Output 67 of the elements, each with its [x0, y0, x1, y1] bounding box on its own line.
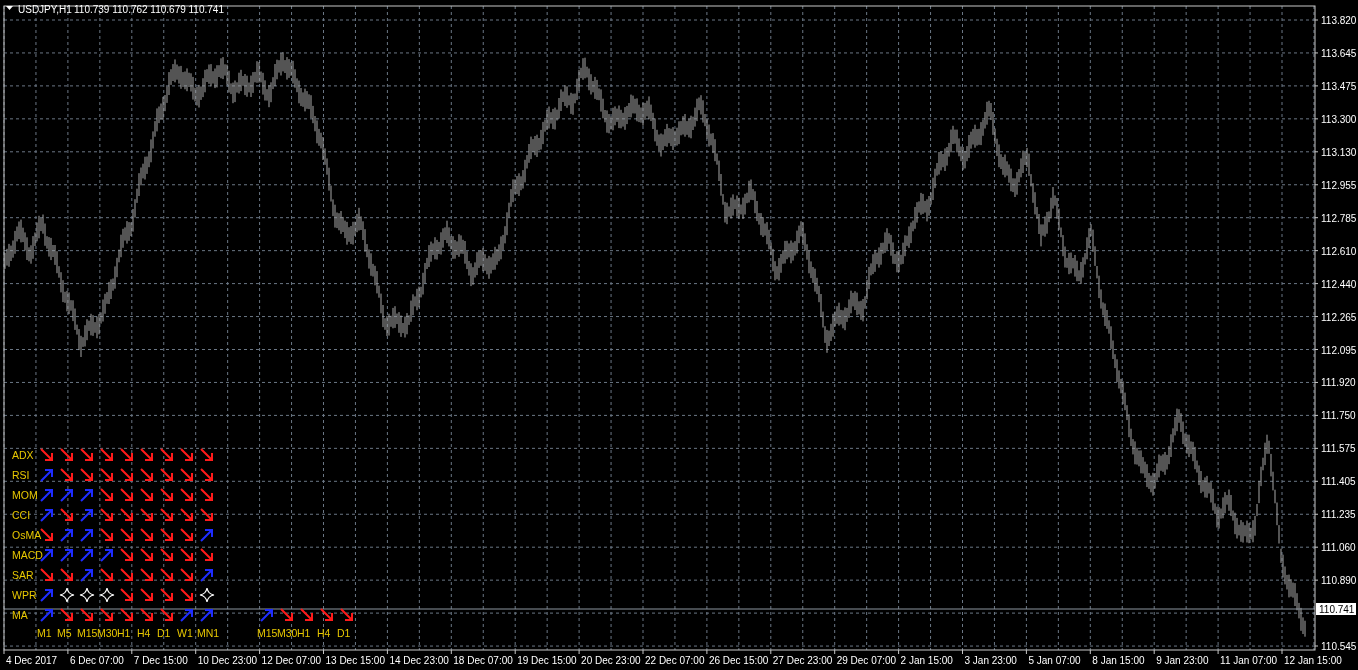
timeframe-label: W1 [177, 627, 193, 639]
dropdown-icon[interactable] [6, 6, 13, 10]
price-axis-label: 112.610 [1321, 245, 1357, 257]
timeframe-label: D1 [337, 627, 351, 639]
time-axis-label: 9 Jan 23:00 [1156, 655, 1209, 666]
timeframe-label: M30 [277, 627, 298, 639]
price-axis-label: 111.750 [1321, 410, 1356, 422]
time-axis-label: 20 Dec 23:00 [581, 655, 641, 666]
timeframe-label: M5 [57, 627, 72, 639]
current-price-tag: 110.741 [1316, 603, 1356, 615]
price-axis-label: 113.820 [1321, 15, 1357, 26]
price-axis-label: 113.300 [1321, 113, 1357, 125]
time-axis-label: 19 Dec 15:00 [517, 655, 577, 666]
indicator-label: RSI [12, 469, 30, 481]
timeframe-label: H1 [117, 627, 131, 639]
chart-title: USDJPY,H1 [18, 4, 72, 15]
price-axis-label: 111.575 [1321, 443, 1356, 455]
price-axis-label: 113.130 [1321, 146, 1357, 158]
time-axis-label: 14 Dec 23:00 [389, 655, 449, 666]
time-axis-label: 4 Dec 2017 [6, 655, 58, 666]
timeframe-label: H4 [317, 627, 331, 639]
time-axis-label: 26 Dec 15:00 [708, 655, 769, 666]
indicator-label: MA [12, 609, 28, 621]
time-axis-label: 2 Jan 15:00 [900, 655, 953, 666]
time-axis-label: 12 Dec 07:00 [261, 655, 322, 666]
timeframe-label: D1 [157, 627, 171, 639]
time-axis-label: 27 Dec 23:00 [772, 655, 833, 666]
time-axis-label: 5 Jan 07:00 [1028, 655, 1081, 666]
time-axis-label: 11 Jan 07:00 [1220, 655, 1278, 666]
timeframe-label: M15 [257, 627, 278, 639]
quote-text: 110.739 110.762 110.679 110.741 [74, 4, 224, 15]
indicator-label: MACD [12, 549, 43, 561]
indicator-label: WPR [12, 589, 37, 601]
timeframe-label: M30 [97, 627, 118, 639]
timeframe-label: M15 [77, 627, 98, 639]
price-axis-label: 112.785 [1321, 212, 1357, 224]
time-axis-label: 13 Dec 15:00 [325, 655, 385, 666]
time-axis-label: 10 Dec 23:00 [197, 655, 258, 666]
price-axis-label: 112.440 [1321, 278, 1357, 290]
price-axis-label: 110.890 [1321, 575, 1357, 587]
price-axis-label: 111.405 [1321, 476, 1356, 488]
time-axis-label: 18 Dec 07:00 [453, 655, 513, 666]
timeframe-label: M1 [37, 627, 52, 639]
indicator-label: ADX [12, 449, 34, 461]
indicator-label: CCI [12, 509, 31, 521]
price-axis-label: 111.235 [1321, 509, 1356, 521]
timeframe-label: MN1 [197, 627, 220, 639]
time-axis-label: 3 Jan 23:00 [964, 655, 1017, 666]
indicator-label: SAR [12, 569, 34, 581]
time-axis-label: 22 Dec 07:00 [645, 655, 705, 666]
price-axis-label: 112.955 [1321, 179, 1357, 191]
timeframe-label: H4 [137, 627, 151, 639]
indicator-label: MOM [12, 489, 38, 501]
price-axis-label: 112.095 [1321, 344, 1357, 356]
time-axis-label: 12 Jan 15:00 [1284, 655, 1342, 666]
price-axis-label: 110.545 [1321, 641, 1357, 652]
time-axis-label: 7 Dec 15:00 [133, 655, 188, 666]
price-axis-label: 111.060 [1321, 542, 1356, 554]
time-axis-label: 6 Dec 07:00 [69, 655, 124, 666]
time-axis-label: 29 Dec 07:00 [836, 655, 897, 666]
price-axis-label: 111.920 [1321, 377, 1356, 389]
price-axis-label: 113.475 [1321, 80, 1357, 92]
time-axis-label: 8 Jan 15:00 [1092, 655, 1145, 666]
price-axis-label: 112.265 [1321, 311, 1357, 323]
timeframe-label: H1 [297, 627, 311, 639]
indicator-label: OsMA [12, 529, 42, 541]
price-axis-label: 113.645 [1321, 47, 1357, 59]
